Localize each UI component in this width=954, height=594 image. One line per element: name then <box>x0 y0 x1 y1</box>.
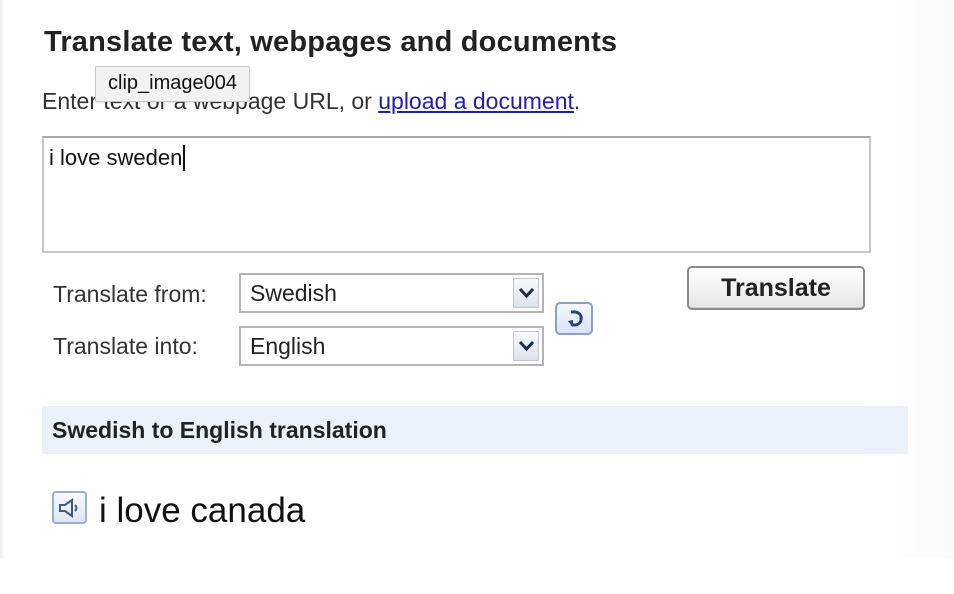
text-cursor <box>183 145 186 171</box>
speaker-icon <box>59 498 78 518</box>
swap-languages-icon <box>568 310 583 327</box>
chevron-down-icon[interactable] <box>513 331 539 361</box>
translate-from-select[interactable]: Swedish <box>239 273 544 313</box>
result-header-title: Swedish to English translation <box>52 417 387 443</box>
listen-button[interactable] <box>52 491 87 524</box>
source-text-content: i love sweden <box>49 145 183 170</box>
bottom-margin <box>0 558 954 594</box>
source-text-input[interactable]: i love sweden <box>42 136 871 253</box>
translate-page: Translate text, webpages and documents E… <box>0 0 954 594</box>
image-tooltip: clip_image004 <box>95 66 250 102</box>
instructions-suffix: . <box>573 88 581 114</box>
chevron-down-icon[interactable] <box>513 278 539 308</box>
translate-into-select[interactable]: English <box>239 326 544 366</box>
translate-from-label: Translate from: <box>53 281 207 307</box>
translate-button[interactable]: Translate <box>687 266 865 310</box>
result-header: Swedish to English translation <box>42 406 908 454</box>
upload-document-link[interactable]: upload a document <box>378 88 574 114</box>
left-edge-shadow <box>0 0 5 560</box>
translate-into-label: Translate into: <box>53 333 198 359</box>
translate-into-value: English <box>250 333 326 359</box>
right-edge-haze <box>860 0 954 594</box>
translate-from-value: Swedish <box>250 280 337 306</box>
swap-languages-button[interactable] <box>555 302 593 335</box>
page-title: Translate text, webpages and documents <box>44 26 618 58</box>
translation-result: i love canada <box>99 491 306 530</box>
source-text-value: i love sweden <box>49 145 186 171</box>
